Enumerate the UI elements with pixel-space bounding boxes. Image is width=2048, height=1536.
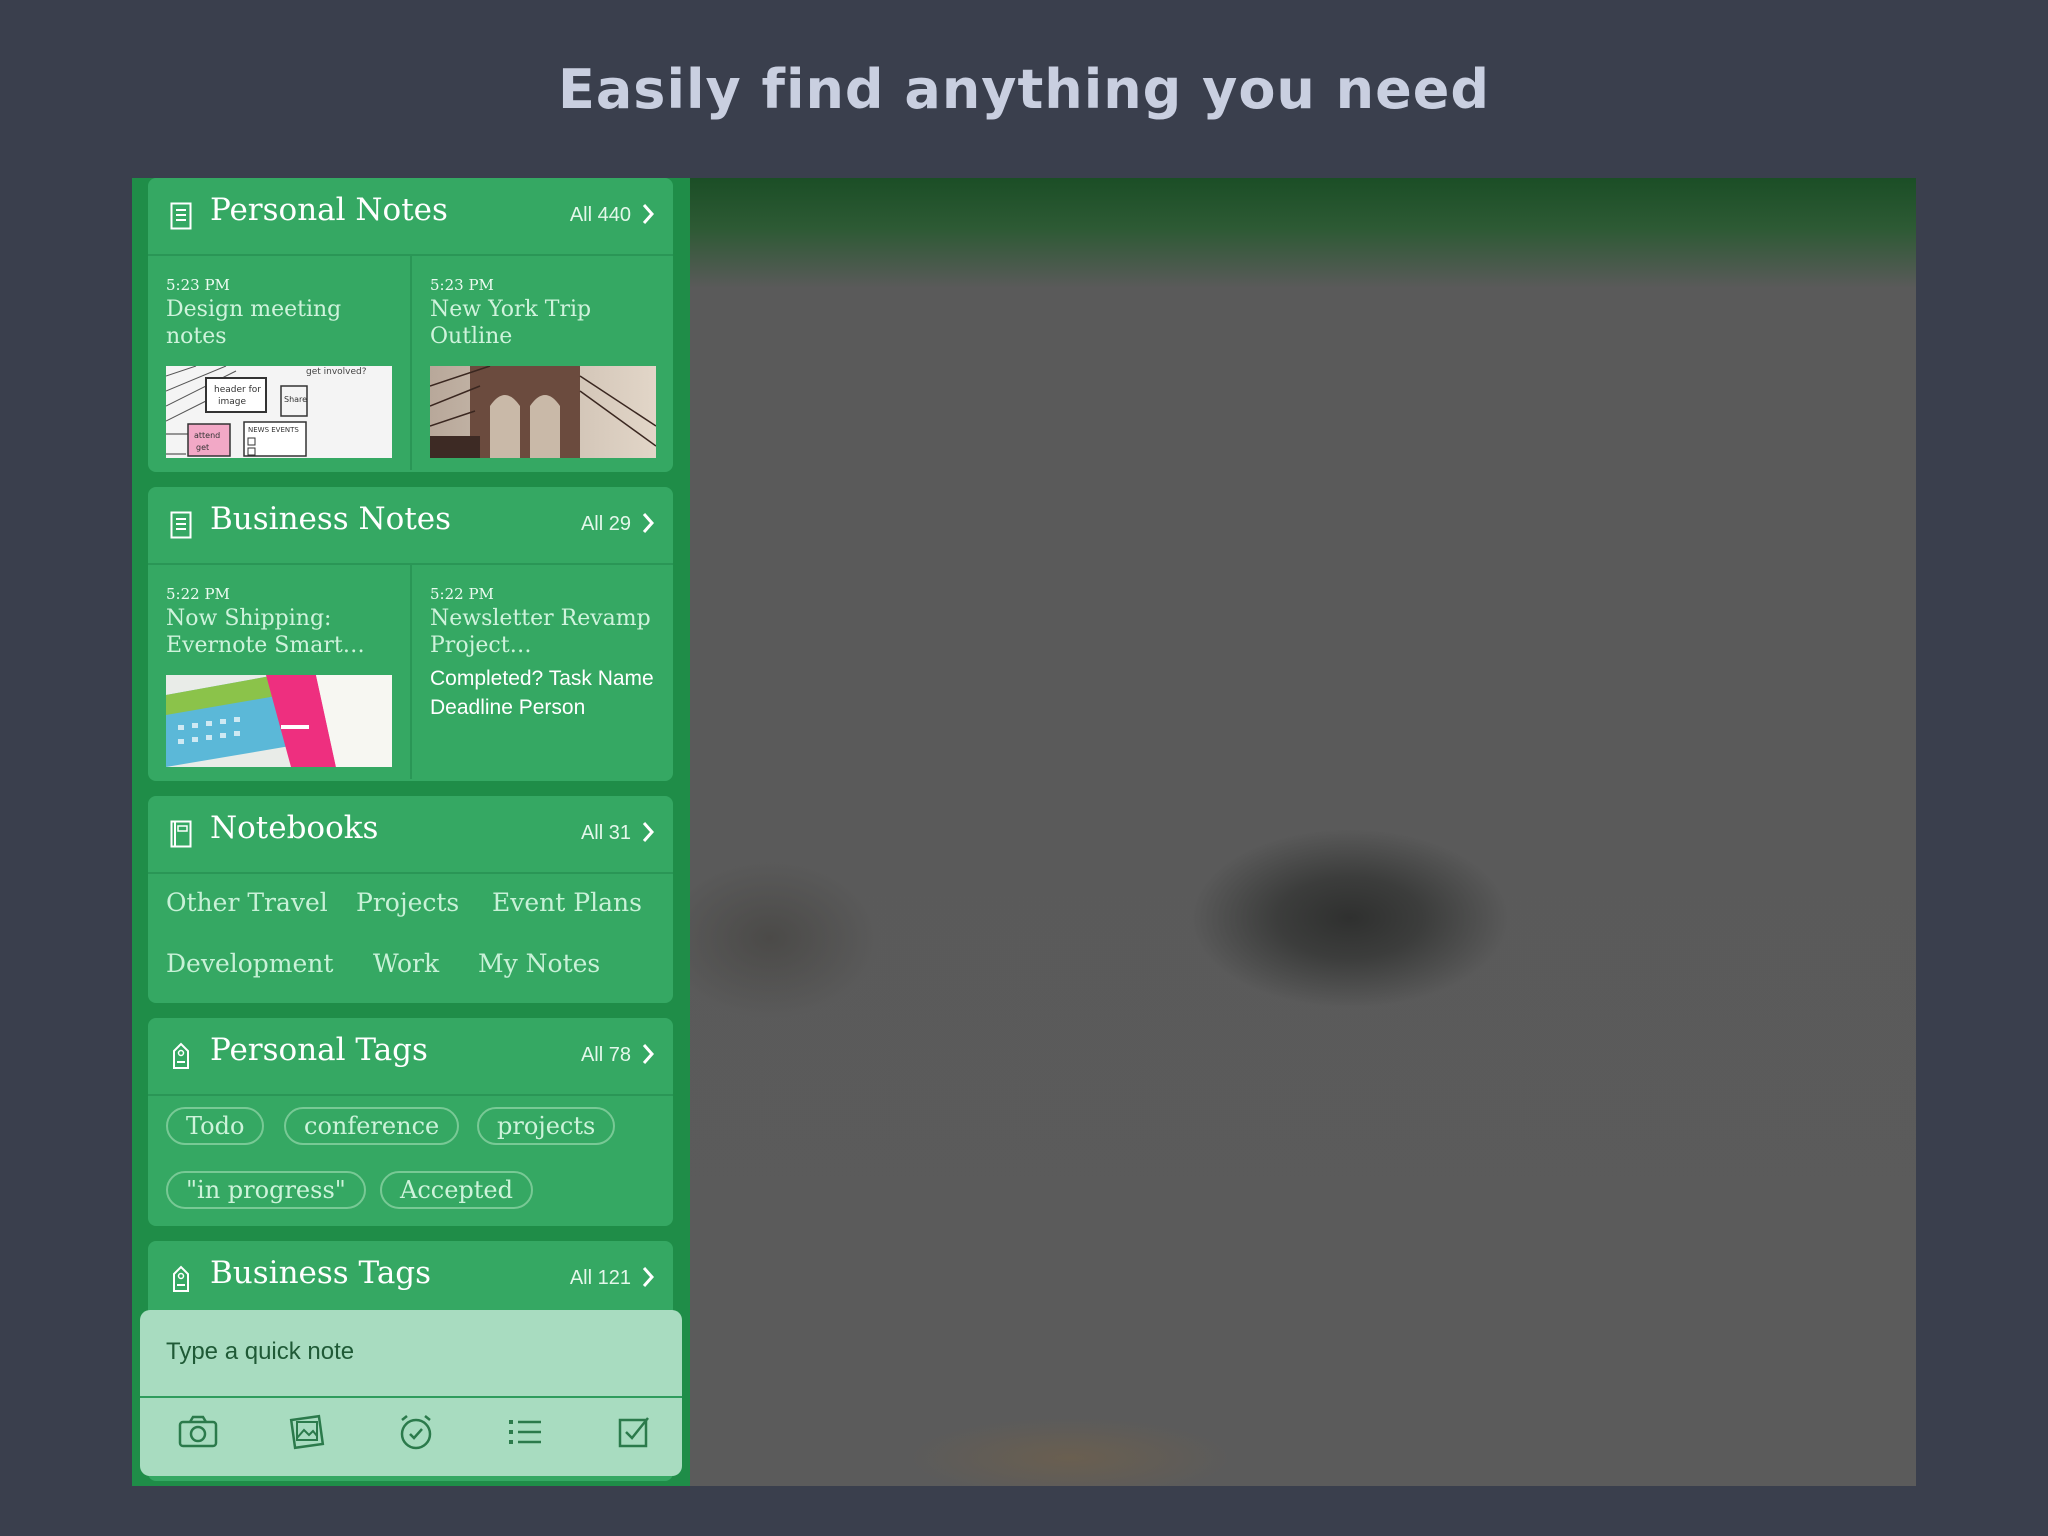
note-title: New York Trip Outline bbox=[430, 297, 592, 349]
checkbox-icon bbox=[618, 1417, 649, 1448]
notebooks-header[interactable]: Notebooks All 31 bbox=[148, 796, 673, 874]
notebooks-title: Notebooks bbox=[210, 810, 379, 846]
camera-icon bbox=[178, 1415, 218, 1448]
svg-text:get involved?: get involved? bbox=[306, 367, 367, 377]
photo-button[interactable] bbox=[283, 1408, 331, 1456]
business-tags-header[interactable]: Business Tags All 121 bbox=[148, 1241, 673, 1319]
note-title: Newsletter Revamp Project… bbox=[430, 606, 651, 658]
notebook-link[interactable]: Other Travel bbox=[166, 888, 328, 917]
list-icon bbox=[509, 1420, 541, 1444]
notebook-link[interactable]: My Notes bbox=[478, 949, 600, 978]
svg-text:get: get bbox=[196, 443, 209, 452]
tag-chip[interactable]: Accepted bbox=[380, 1171, 533, 1209]
note-item[interactable]: 5:23 PM Design meeting notes header for … bbox=[148, 254, 412, 470]
notebook-link[interactable]: Work bbox=[373, 949, 439, 978]
business-tags-title: Business Tags bbox=[210, 1255, 432, 1291]
svg-text:NEWS EVENTS: NEWS EVENTS bbox=[248, 426, 299, 434]
svg-text:attend: attend bbox=[194, 431, 220, 440]
svg-text:Share: Share bbox=[284, 395, 307, 404]
tag-chip[interactable]: projects bbox=[477, 1107, 616, 1145]
note-item[interactable]: 5:22 PM Newsletter Revamp Project… Compl… bbox=[412, 563, 673, 779]
chevron-right-icon bbox=[642, 822, 655, 842]
list-button[interactable] bbox=[501, 1408, 549, 1456]
camera-button[interactable] bbox=[174, 1408, 222, 1456]
quick-note-input[interactable]: Type a quick note bbox=[140, 1310, 682, 1398]
notebooks-all-link[interactable]: All 31 bbox=[581, 822, 631, 845]
chevron-right-icon bbox=[642, 513, 655, 533]
tag-chip[interactable]: Todo bbox=[166, 1107, 265, 1145]
quick-note-placeholder: Type a quick note bbox=[166, 1338, 355, 1365]
personal-notes-all-link[interactable]: All 440 bbox=[570, 204, 631, 227]
smart-notebook-thumbnail bbox=[166, 675, 392, 767]
personal-tags-card: Personal Tags All 78 Todo conference pro… bbox=[148, 1018, 673, 1226]
notebook-icon bbox=[170, 820, 192, 848]
note-item[interactable]: 5:22 PM Now Shipping: Evernote Smart… bbox=[148, 563, 412, 779]
svg-text:header for: header for bbox=[214, 385, 261, 395]
business-tags-all-link[interactable]: All 121 bbox=[570, 1267, 631, 1290]
tag-chip[interactable]: "in progress" bbox=[166, 1171, 366, 1209]
personal-tags-header[interactable]: Personal Tags All 78 bbox=[148, 1018, 673, 1096]
chevron-right-icon bbox=[642, 1267, 655, 1287]
business-notes-all-link[interactable]: All 29 bbox=[581, 513, 631, 536]
tag-chip[interactable]: conference bbox=[284, 1107, 460, 1145]
reminder-button[interactable] bbox=[392, 1408, 440, 1456]
note-snippet: Completed? Task Name Deadline Person bbox=[430, 667, 654, 719]
note-item[interactable]: 5:23 PM New York Trip Outline bbox=[412, 254, 673, 470]
app-screen: Personal Notes All 440 5:23 PM Design me… bbox=[132, 178, 1916, 1486]
business-notes-header[interactable]: Business Notes All 29 bbox=[148, 487, 673, 565]
note-time: 5:22 PM bbox=[430, 585, 494, 603]
note-title: Design meeting notes bbox=[166, 297, 342, 349]
note-time: 5:23 PM bbox=[166, 276, 230, 294]
note-icon bbox=[170, 202, 192, 230]
personal-notes-header[interactable]: Personal Notes All 440 bbox=[148, 178, 673, 256]
blurred-content-area bbox=[690, 178, 1916, 1486]
photo-icon bbox=[289, 1414, 325, 1450]
business-notes-card: Business Notes All 29 5:22 PM Now Shippi… bbox=[148, 487, 673, 781]
personal-notes-card: Personal Notes All 440 5:23 PM Design me… bbox=[148, 178, 673, 472]
quick-note-panel: Type a quick note bbox=[140, 1310, 682, 1476]
personal-tags-all-link[interactable]: All 78 bbox=[581, 1044, 631, 1067]
personal-notes-title: Personal Notes bbox=[210, 192, 448, 228]
bridge-photo-thumbnail bbox=[430, 366, 656, 458]
svg-text:image: image bbox=[218, 397, 246, 407]
checkbox-button[interactable] bbox=[610, 1408, 658, 1456]
notebook-link[interactable]: Event Plans bbox=[492, 888, 642, 917]
headline: Easily find anything you need bbox=[557, 58, 1491, 121]
chevron-right-icon bbox=[642, 1044, 655, 1064]
chevron-right-icon bbox=[642, 204, 655, 224]
note-time: 5:22 PM bbox=[166, 585, 230, 603]
notebooks-card: Notebooks All 31 Other Travel Projects E… bbox=[148, 796, 673, 1003]
note-icon bbox=[170, 511, 192, 539]
reminder-icon bbox=[400, 1415, 432, 1450]
personal-tags-title: Personal Tags bbox=[210, 1032, 428, 1068]
sketch-thumbnail: header for image Share get involved? att… bbox=[166, 366, 392, 458]
notebook-link[interactable]: Development bbox=[166, 949, 333, 978]
note-title: Now Shipping: Evernote Smart… bbox=[166, 606, 365, 658]
note-time: 5:23 PM bbox=[430, 276, 494, 294]
notebook-link[interactable]: Projects bbox=[356, 888, 459, 917]
home-sidebar: Personal Notes All 440 5:23 PM Design me… bbox=[132, 178, 690, 1486]
tag-icon bbox=[173, 1042, 189, 1069]
tag-icon bbox=[173, 1265, 189, 1292]
business-notes-title: Business Notes bbox=[210, 501, 452, 537]
